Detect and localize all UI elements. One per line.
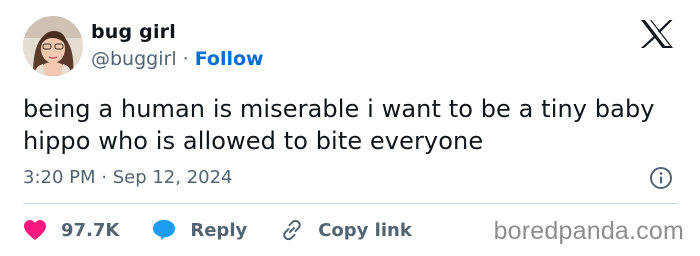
handle-line: @buggirl · Follow: [91, 47, 264, 71]
avatar[interactable]: [23, 16, 83, 76]
copy-link-label: Copy link: [318, 219, 412, 241]
info-icon[interactable]: [649, 166, 673, 190]
copy-link-button[interactable]: Copy link: [280, 218, 412, 242]
like-count: 97.7K: [61, 219, 120, 241]
divider: [23, 203, 678, 204]
separator: ·: [176, 48, 195, 70]
action-bar: 97.7K Reply Copy link: [23, 216, 412, 244]
avatar-image: [23, 16, 83, 76]
author-info: bug girl @buggirl · Follow: [91, 20, 264, 71]
reply-label: Reply: [190, 219, 248, 241]
link-icon: [283, 219, 301, 241]
heart-icon: [24, 220, 46, 240]
handle[interactable]: @buggirl: [91, 48, 177, 70]
timestamp[interactable]: 3:20 PM · Sep 12, 2024: [23, 166, 233, 190]
follow-button[interactable]: Follow: [195, 48, 264, 70]
tweet-card: bug girl @buggirl · Follow being a human…: [0, 0, 700, 256]
display-name[interactable]: bug girl: [91, 20, 264, 44]
watermark: boredpanda.com: [493, 217, 684, 245]
reply-button[interactable]: Reply: [152, 219, 247, 241]
speech-bubble-icon: [153, 220, 176, 240]
x-logo-icon[interactable]: [640, 19, 674, 49]
like-button[interactable]: 97.7K: [23, 219, 119, 241]
tweet-text: being a human is miserable i want to be …: [23, 95, 655, 155]
